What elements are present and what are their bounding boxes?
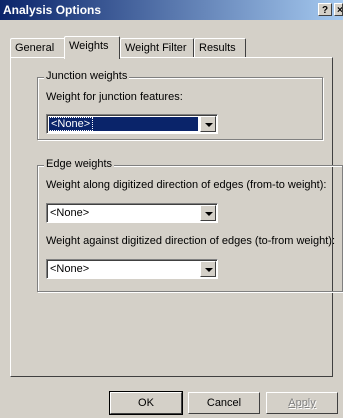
chevron-down-icon [205, 123, 213, 127]
tab-general[interactable]: General [10, 38, 66, 57]
to-from-weight-select[interactable]: <None> [46, 259, 218, 279]
from-to-weight-label: Weight along digitized direction of edge… [46, 179, 327, 191]
from-to-weight-select[interactable]: <None> [46, 203, 218, 223]
tab-panel-weights: Junction weights Weight for junction fea… [10, 57, 343, 377]
tab-results[interactable]: Results [194, 38, 246, 57]
edge-weights-legend: Edge weights [44, 158, 115, 170]
edge-weights-group: Edge weights Weight along digitized dire… [37, 158, 343, 292]
tab-results-label: Results [199, 42, 236, 54]
chevron-down-icon [205, 268, 213, 272]
title-bar[interactable]: Analysis Options ? × [0, 0, 343, 20]
apply-button[interactable]: Apply [266, 392, 338, 414]
close-icon: × [337, 5, 343, 16]
dropdown-button[interactable] [200, 205, 216, 221]
dropdown-button[interactable] [200, 261, 216, 277]
cancel-button[interactable]: Cancel [188, 392, 260, 414]
junction-weight-label: Weight for junction features: [46, 91, 183, 103]
junction-weight-select[interactable]: <None> [46, 114, 218, 134]
chevron-down-icon [205, 212, 213, 216]
to-from-weight-label: Weight against digitized direction of ed… [46, 235, 335, 247]
help-button[interactable]: ? [318, 3, 332, 16]
to-from-weight-value: <None> [50, 263, 90, 275]
question-mark-icon: ? [321, 5, 329, 16]
junction-weights-group: Junction weights Weight for junction fea… [37, 70, 323, 140]
tab-weights[interactable]: Weights [64, 36, 120, 59]
tab-general-label: General [15, 42, 55, 54]
cancel-label: Cancel [206, 397, 242, 409]
close-button[interactable]: × [334, 3, 343, 16]
from-to-weight-value: <None> [50, 207, 90, 219]
tab-weight-filter[interactable]: Weight Filter [120, 38, 194, 57]
ok-label: OK [138, 397, 154, 409]
window-title: Analysis Options [3, 3, 102, 17]
tab-weight-filter-label: Weight Filter [125, 42, 187, 54]
tab-weights-label: Weights [69, 40, 109, 52]
junction-weight-value: <None> [47, 117, 94, 131]
dropdown-button[interactable] [200, 116, 216, 132]
ok-button[interactable]: OK [109, 391, 183, 415]
junction-weights-legend: Junction weights [44, 70, 130, 82]
apply-label: Apply [288, 397, 316, 409]
